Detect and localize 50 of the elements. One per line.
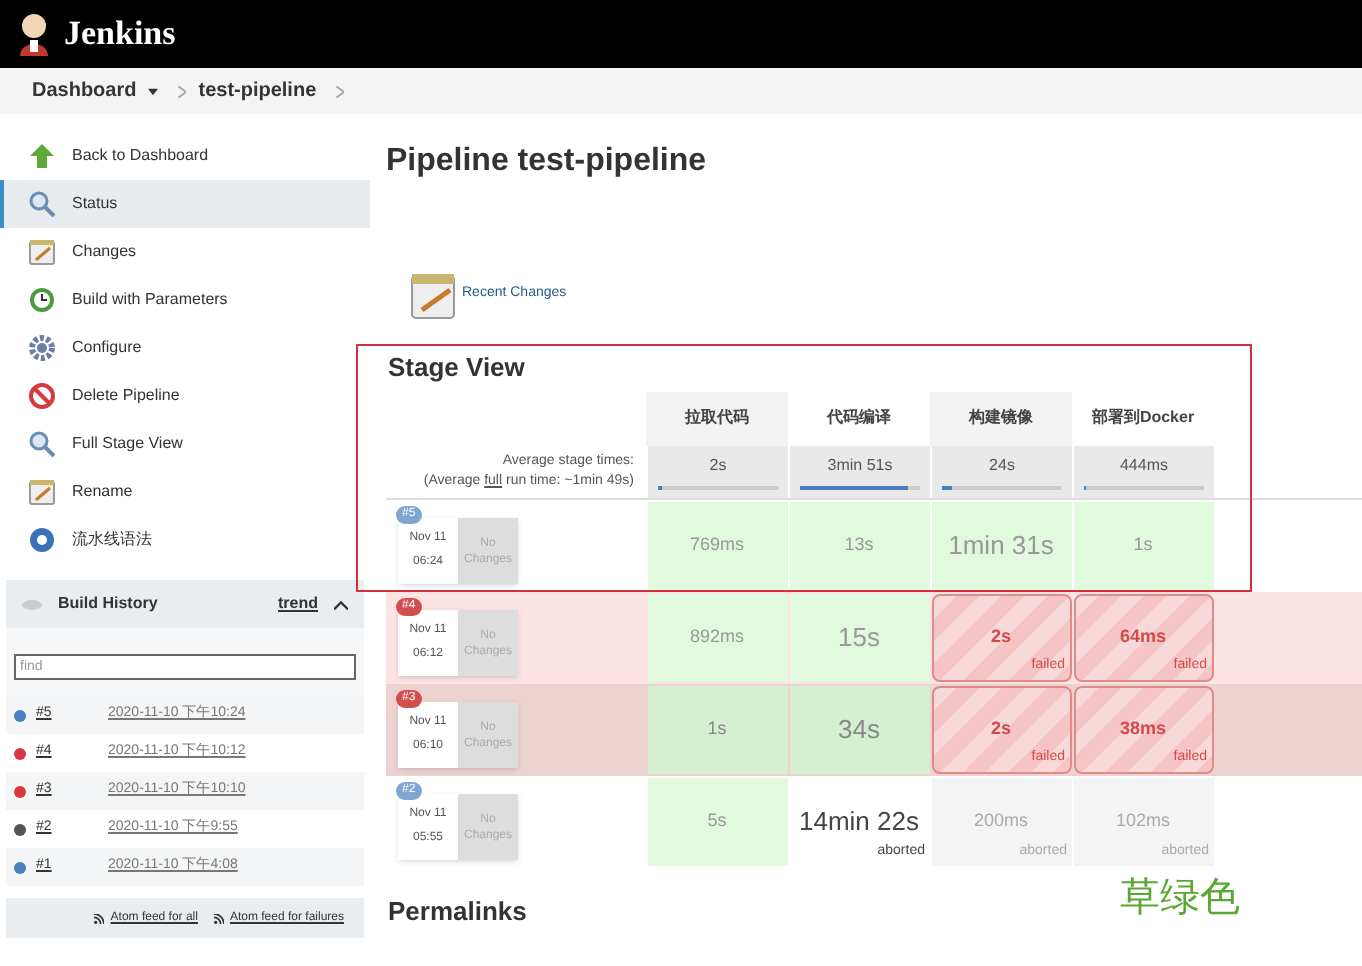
sidebar-item[interactable]: Back to Dashboard <box>0 132 370 180</box>
rss-icon <box>94 913 105 923</box>
average-time: 2s <box>709 453 727 477</box>
notepad-icon <box>28 478 56 506</box>
sidebar-item[interactable]: Configure <box>0 324 370 372</box>
search-icon <box>28 190 56 218</box>
sidebar-item[interactable]: Build with Parameters <box>0 276 370 324</box>
page-title: Pipeline test-pipeline <box>386 142 709 182</box>
gear-icon <box>28 334 56 362</box>
stage-cell[interactable]: 5s <box>647 777 787 865</box>
stage-cell[interactable]: 892ms <box>647 593 787 681</box>
breadcrumb-link[interactable]: Dashboard <box>32 76 137 106</box>
section-title: Stage View <box>388 350 525 386</box>
help-icon <box>28 526 56 554</box>
sidebar-item[interactable]: Rename <box>0 468 370 516</box>
stage-cell[interactable]: 13s <box>789 501 929 589</box>
logo-icon[interactable] <box>16 12 52 56</box>
sidebar-item[interactable]: Changes <box>0 228 370 276</box>
panel-title: Build History <box>58 592 158 616</box>
stage-cell[interactable]: 15s <box>789 593 929 681</box>
caret-icon[interactable] <box>148 87 159 95</box>
sidebar-item[interactable]: Full Stage View <box>0 420 370 468</box>
breadcrumb-link[interactable]: test-pipeline <box>198 76 317 106</box>
chevron-icon <box>336 85 345 97</box>
notepad-icon <box>28 238 56 266</box>
sidebar-item[interactable]: 流水线语法 <box>0 516 370 564</box>
trend-link[interactable]: trend <box>278 592 318 616</box>
average-time: 3min 51s <box>827 453 893 477</box>
section-title: Permalinks <box>388 893 527 929</box>
stage-cell[interactable]: 1s <box>647 685 787 773</box>
stage-cell[interactable]: 34s <box>789 685 929 773</box>
app-title[interactable]: Jenkins <box>64 8 176 60</box>
up-arrow-icon <box>28 142 56 170</box>
search-icon <box>28 430 56 458</box>
collapse-icon[interactable] <box>334 599 348 609</box>
stage-header: 拉取代码 <box>646 391 788 445</box>
sidebar-item[interactable]: Status <box>0 180 370 228</box>
clock-icon <box>28 286 56 314</box>
rss-icon <box>213 913 224 923</box>
notepad-icon[interactable] <box>410 270 458 320</box>
stage-cell[interactable]: 769ms <box>647 501 787 589</box>
average-time: 24s <box>989 453 1015 477</box>
average-time: 444ms <box>1119 453 1168 477</box>
stage-header: 构建镜像 <box>930 391 1072 445</box>
sidebar-item[interactable]: Delete Pipeline <box>0 372 370 420</box>
annotation-text: 草绿色 <box>1120 874 1240 924</box>
stage-cell[interactable]: 1s <box>1073 501 1213 589</box>
chevron-icon <box>178 85 187 97</box>
prohibited-icon <box>28 382 56 410</box>
stage-cell[interactable]: 1min 31s <box>931 501 1071 589</box>
